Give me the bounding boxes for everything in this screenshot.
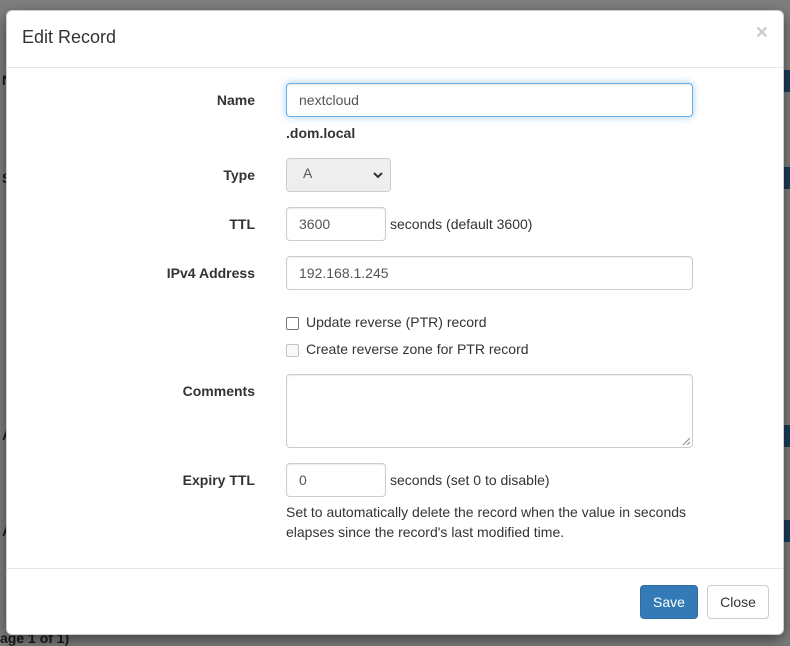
close-icon[interactable]: × — [756, 22, 768, 43]
expiry-ttl-help: seconds (set 0 to disable) — [390, 472, 550, 488]
ttl-label: TTL — [229, 216, 255, 232]
ipv4-input[interactable]: 192.168.1.245 — [286, 256, 693, 290]
name-input[interactable]: nextcloud — [286, 83, 693, 117]
type-selected-value: A — [303, 165, 313, 181]
update-ptr-checkbox[interactable] — [286, 317, 299, 330]
expiry-description-line1: Set to automatically delete the record w… — [286, 504, 687, 520]
edit-record-dialog: Edit Record × Name nextcloud .dom.local … — [6, 10, 784, 635]
comments-label: Comments — [182, 383, 255, 399]
expiry-ttl-label: Expiry TTL — [182, 472, 255, 488]
ttl-input[interactable]: 3600 — [286, 207, 386, 241]
modal-title: Edit Record — [22, 27, 117, 47]
resize-grip-icon[interactable] — [682, 437, 690, 445]
expiry-ttl-input[interactable]: 0 — [286, 463, 386, 497]
ttl-help: seconds (default 3600) — [390, 216, 533, 232]
type-label: Type — [223, 167, 255, 183]
modal-footer: Save Close — [7, 568, 783, 634]
save-button[interactable]: Save — [640, 585, 698, 619]
create-zone-label: Create reverse zone for PTR record — [306, 341, 529, 357]
comments-textarea[interactable] — [286, 374, 693, 448]
create-zone-checkbox — [286, 344, 299, 357]
close-button[interactable]: Close — [707, 585, 769, 619]
type-select[interactable]: A — [286, 158, 391, 192]
domain-suffix: .dom.local — [286, 125, 356, 141]
update-ptr-label[interactable]: Update reverse (PTR) record — [306, 314, 487, 330]
modal-header: Edit Record × — [7, 11, 783, 68]
ipv4-label: IPv4 Address — [166, 265, 255, 281]
expiry-description-line2: elapses since the record's last modified… — [286, 524, 565, 540]
name-label: Name — [216, 92, 255, 108]
chevron-down-icon — [373, 172, 383, 179]
